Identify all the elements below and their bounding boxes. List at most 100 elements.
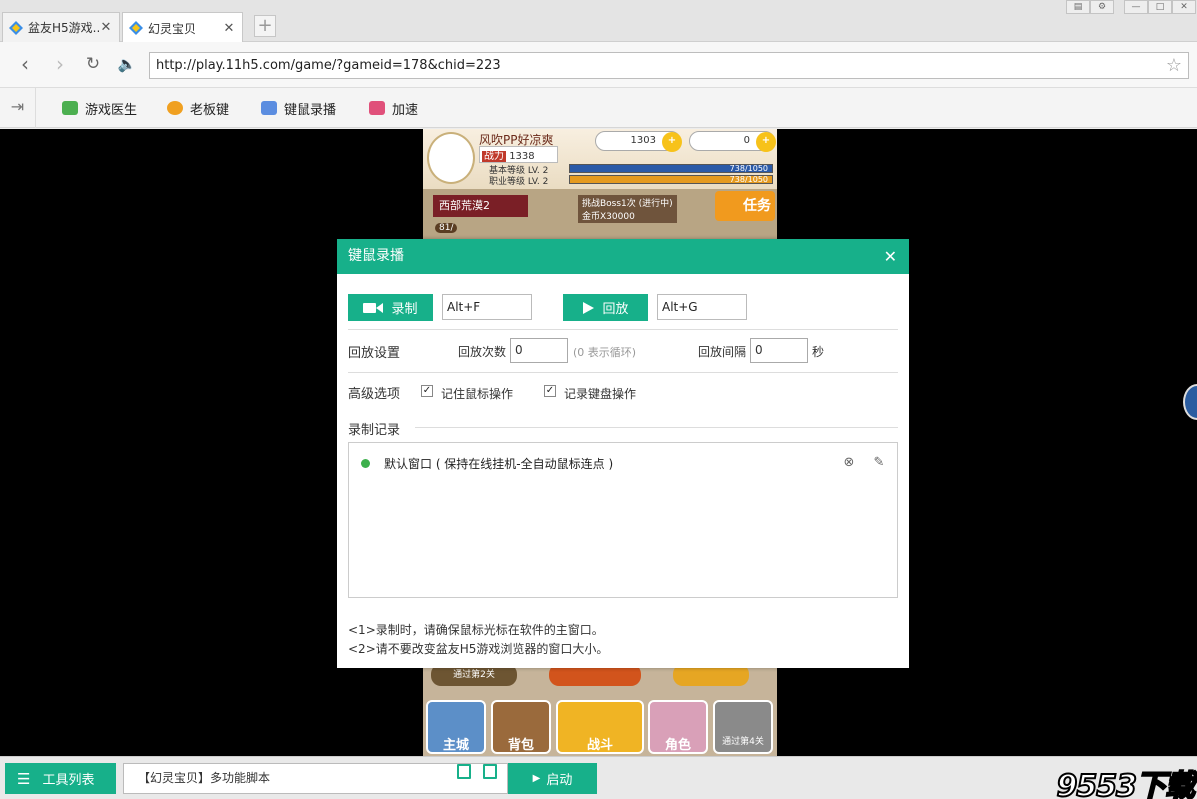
records-label: 录制记录 bbox=[348, 423, 401, 438]
edit-icon[interactable]: ✎ bbox=[871, 455, 887, 471]
url-text: http://play.11h5.com/game/?gameid=178&ch… bbox=[156, 58, 501, 73]
play-icon bbox=[583, 301, 595, 314]
script-select[interactable]: 【幻灵宝贝】多功能脚本 bbox=[123, 763, 508, 794]
toolbar-label: 游戏医生 bbox=[85, 102, 138, 118]
game-nav: 主城 背包 战斗 角色 通过第4关 bbox=[423, 698, 777, 756]
toolbar-speedup[interactable]: 加速 bbox=[369, 97, 418, 119]
player-header: 风吹PP好凉爽 战力 1338 基本等级 LV. 2 职业等级 LV. 2 73… bbox=[423, 129, 777, 189]
tab-huanling-baobei[interactable]: 幻灵宝贝 ✕ bbox=[122, 12, 243, 43]
bottom-bar: ☰ 工具列表 【幻灵宝贝】多功能脚本 ▶ 启动 9553下载 bbox=[0, 756, 1197, 799]
toolbar-keymouse-record[interactable]: 键鼠录播 bbox=[261, 97, 336, 119]
delete-icon[interactable]: ⊗ bbox=[841, 455, 857, 471]
power-display: 战力 1338 bbox=[479, 146, 558, 163]
record-hotkey-field[interactable]: Alt+F bbox=[442, 294, 532, 320]
reward-label: 金币X30000 bbox=[582, 212, 635, 222]
play-hotkey-field[interactable]: Alt+G bbox=[657, 294, 747, 320]
power-value: 1338 bbox=[509, 151, 535, 162]
close-icon[interactable]: ✕ bbox=[884, 239, 897, 274]
divider bbox=[348, 329, 898, 330]
replay-interval-input[interactable]: 0 bbox=[750, 338, 808, 363]
sidebar-toggle-icon[interactable]: ⇥ bbox=[0, 88, 36, 128]
note-1: <1>录制时，请确保鼠标光标在软件的主窗口。 bbox=[348, 623, 604, 637]
toolbar-boss-key[interactable]: 老板键 bbox=[167, 97, 229, 119]
bookmark-star-icon[interactable]: ☆ bbox=[1166, 53, 1182, 78]
floating-assistant-icon[interactable] bbox=[1183, 384, 1197, 420]
records-list: 默认窗口 ( 保持在线挂机-全自动鼠标连点 ) ⊗ ✎ bbox=[348, 442, 898, 598]
add-gem-icon[interactable]: + bbox=[756, 132, 776, 152]
play-label: 回放 bbox=[602, 302, 629, 317]
task-button[interactable]: 任务 bbox=[715, 191, 775, 221]
tab-pengyou-h5[interactable]: 盆友H5游戏... ✕ bbox=[2, 12, 120, 42]
window-controls-left: ▤ ⚙ bbox=[1066, 0, 1114, 14]
eye-icon bbox=[167, 101, 183, 115]
list-icon: ☰ bbox=[17, 769, 31, 788]
exp-bar: 738/1050 bbox=[569, 164, 773, 173]
tool-bar: ⇥ 游戏医生 老板键 键鼠录播 加速 bbox=[0, 88, 1197, 128]
document-icon[interactable] bbox=[457, 764, 471, 779]
record-name: 默认窗口 ( 保持在线挂机-全自动鼠标连点 ) bbox=[384, 456, 614, 471]
job-exp-bar: 738/1050 bbox=[569, 175, 773, 184]
tool-list-label: 工具列表 bbox=[42, 773, 95, 788]
tab-label: 盆友H5游戏... bbox=[28, 21, 99, 35]
bag-button[interactable]: 背包 bbox=[491, 700, 551, 754]
region-strip: 西部荒漠2 挑战Boss1次 (进行中) 金币X30000 任务 81/ bbox=[423, 189, 777, 241]
settings-icon[interactable]: ⚙ bbox=[1090, 0, 1114, 14]
replay-interval-label: 回放间隔 bbox=[698, 345, 747, 359]
window-controls-right: — □ ✕ bbox=[1124, 0, 1196, 14]
city-button[interactable]: 主城 bbox=[426, 700, 486, 754]
player-avatar[interactable] bbox=[427, 132, 475, 184]
replay-interval-unit: 秒 bbox=[812, 345, 825, 359]
toolbar-label: 加速 bbox=[392, 102, 419, 118]
dialog-header: 键鼠录播 ✕ bbox=[337, 239, 909, 274]
window-close-icon[interactable]: ✕ bbox=[1172, 0, 1196, 14]
list-item[interactable]: 默认窗口 ( 保持在线挂机-全自动鼠标连点 ) ⊗ ✎ bbox=[361, 453, 887, 473]
boss-task-label: 挑战Boss1次 (进行中) bbox=[582, 199, 673, 209]
back-icon[interactable]: ‹ bbox=[13, 53, 37, 77]
record-label: 录制 bbox=[391, 302, 418, 317]
address-bar: ‹ › ↻ 🔈 http://play.11h5.com/game/?gamei… bbox=[0, 42, 1197, 88]
region-name[interactable]: 西部荒漠2 bbox=[433, 195, 528, 217]
minimize-icon[interactable]: — bbox=[1124, 0, 1148, 14]
play-button[interactable]: 回放 bbox=[563, 294, 648, 321]
browser-logo-icon bbox=[9, 20, 23, 35]
dialog-title: 键鼠录播 bbox=[348, 248, 404, 264]
tab-bar: 盆友H5游戏... ✕ 幻灵宝贝 ✕ + ▤ ⚙ — □ ✕ bbox=[0, 0, 1197, 43]
job-level: 职业等级 LV. 2 bbox=[489, 177, 549, 187]
menu-icon[interactable]: ▤ bbox=[1066, 0, 1090, 14]
tool-list-button[interactable]: ☰ 工具列表 bbox=[5, 763, 116, 794]
game-bottom-panel: 通过第2关 主城 背包 战斗 角色 通过第4关 bbox=[423, 660, 777, 756]
toolbar-game-doctor[interactable]: 游戏医生 bbox=[62, 97, 137, 119]
add-gold-icon[interactable]: + bbox=[662, 132, 682, 152]
character-button[interactable]: 角色 bbox=[648, 700, 708, 754]
keymouse-record-dialog: 键鼠录播 ✕ 录制 Alt+F 回放 Alt+G 回放设置 回放次数 0 (0 … bbox=[337, 239, 909, 668]
new-tab-button[interactable]: + bbox=[254, 15, 276, 37]
script-name: 【幻灵宝贝】多功能脚本 bbox=[138, 771, 271, 785]
locked-button[interactable]: 通过第4关 bbox=[713, 700, 773, 754]
forward-icon[interactable]: › bbox=[48, 53, 72, 77]
keyboard-option-checkbox[interactable]: ✓ bbox=[544, 385, 556, 397]
divider bbox=[415, 427, 898, 428]
close-icon[interactable]: ✕ bbox=[99, 20, 113, 35]
maximize-icon[interactable]: □ bbox=[1148, 0, 1172, 14]
url-input[interactable]: http://play.11h5.com/game/?gameid=178&ch… bbox=[149, 52, 1189, 79]
stamina-counter: 81/ bbox=[435, 223, 458, 233]
mouse-option-checkbox[interactable]: ✓ bbox=[421, 385, 433, 397]
tab-label: 幻灵宝贝 bbox=[148, 21, 197, 36]
record-button[interactable]: 录制 bbox=[348, 294, 433, 321]
status-dot-icon bbox=[361, 458, 370, 468]
keyboard-option-label: 记录键盘操作 bbox=[564, 387, 637, 401]
close-icon[interactable]: ✕ bbox=[222, 21, 236, 36]
note-2: <2>请不要改变盆友H5游戏浏览器的窗口大小。 bbox=[348, 642, 609, 656]
refresh-icon[interactable]: ↻ bbox=[81, 53, 105, 77]
replay-count-input[interactable]: 0 bbox=[510, 338, 568, 363]
divider bbox=[348, 372, 898, 373]
play-icon: ▶ bbox=[532, 773, 541, 784]
replay-settings-label: 回放设置 bbox=[348, 346, 401, 361]
video-camera-icon bbox=[363, 302, 384, 313]
medkit-icon bbox=[62, 101, 78, 115]
window-icon[interactable] bbox=[483, 764, 497, 779]
sound-icon[interactable]: 🔈 bbox=[115, 53, 139, 77]
battle-button[interactable]: 战斗 bbox=[556, 700, 644, 754]
gem-counter: 0 + bbox=[689, 131, 776, 152]
start-button[interactable]: ▶ 启动 bbox=[508, 763, 597, 794]
